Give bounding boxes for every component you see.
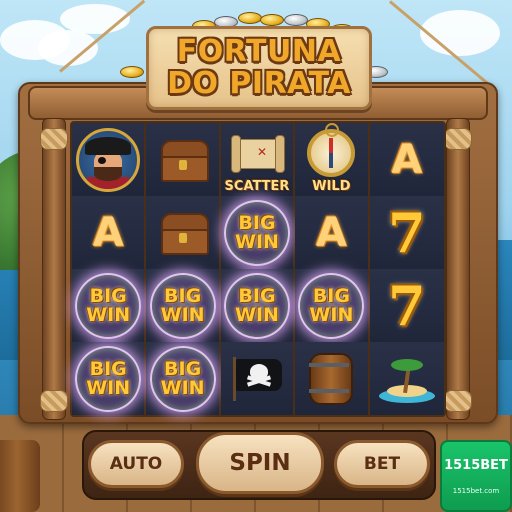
frame-left-pillar (42, 118, 66, 420)
coin-icon (120, 66, 144, 78)
treasure-map-icon: ✕ (230, 134, 285, 173)
palm-island-icon (378, 355, 435, 403)
big-win-text: BIG (312, 284, 350, 307)
bet-button[interactable]: BET (334, 440, 430, 488)
big-win-text: WIN (160, 376, 205, 399)
big-win-text: WIN (86, 376, 131, 399)
reel-cell: BIG WIN (72, 342, 147, 415)
letter-a-icon: A (92, 209, 124, 256)
rope-knot (40, 390, 68, 412)
big-win-text: WIN (160, 303, 205, 326)
rope-knot (444, 128, 472, 150)
reel-cell: 7 (369, 196, 444, 269)
big-win-text: BIG (164, 357, 202, 380)
reel-cell: A (369, 123, 444, 196)
cloud (420, 10, 500, 56)
big-win-badge: BIG WIN (223, 272, 290, 339)
reel-cell (146, 196, 221, 269)
reel-cell: BIG WIN (146, 342, 221, 415)
jolly-roger-flag-icon (229, 356, 285, 401)
seven-icon: 7 (388, 273, 426, 338)
game-title-line-1: FORTUNA (176, 34, 342, 69)
big-win-badge: BIG WIN (75, 272, 142, 339)
game-title-line-2: DO PIRATA (167, 66, 351, 101)
rope-knot (444, 390, 472, 412)
reel-cell: BIG WIN (72, 269, 147, 342)
big-win-text: WIN (86, 303, 131, 326)
reel-cell: BIG WIN (295, 269, 370, 342)
coin-icon (238, 12, 262, 24)
big-win-text: BIG (89, 284, 127, 307)
brand-url: 1515bet.com (452, 486, 500, 495)
frame-right-pillar (446, 118, 470, 420)
big-win-badge: BIG WIN (223, 199, 290, 266)
treasure-chest-icon (159, 212, 209, 255)
letter-a-icon: A (391, 136, 423, 183)
reel-grid: ✕ SCATTER WILD A A BIG WIN A 7 BIG WIN BIG WIN BIG WIN… (70, 121, 446, 417)
game-title-plaque: FORTUNA DO PIRATA (146, 26, 372, 110)
big-win-text: BIG (238, 211, 276, 234)
spin-button[interactable]: SPIN (196, 432, 324, 494)
deck-barrel (0, 440, 40, 512)
treasure-chest-icon (159, 139, 209, 182)
reel-cell (295, 342, 370, 415)
reel-cell (146, 123, 221, 196)
big-win-badge: BIG WIN (149, 272, 216, 339)
big-win-text: BIG (238, 284, 276, 307)
compass-icon (307, 122, 356, 177)
reel-cell: 7 (369, 269, 444, 342)
big-win-text: WIN (235, 303, 279, 326)
big-win-text: BIG (164, 284, 202, 307)
reel-cell: BIG WIN (220, 269, 296, 342)
big-win-text: BIG (89, 357, 127, 380)
coin-icon (284, 14, 308, 26)
letter-a-icon: A (315, 209, 347, 256)
rope-knot (40, 128, 68, 150)
barrel-icon (309, 352, 354, 405)
reel-cell: ✕ SCATTER (220, 123, 296, 196)
pirate-captain-icon (76, 127, 141, 192)
reel-cell (369, 342, 444, 415)
scatter-label: SCATTER (224, 179, 290, 194)
brand-logo[interactable]: 1515BET 1515bet.com (440, 440, 512, 512)
big-win-badge: BIG WIN (149, 345, 216, 412)
reel-cell (72, 123, 147, 196)
coin-icon (260, 14, 284, 26)
wild-label: WILD (312, 179, 351, 194)
reel-cell (220, 342, 296, 415)
big-win-text: WIN (309, 303, 354, 326)
auto-button[interactable]: AUTO (88, 440, 184, 488)
brand-name: 1515BET (444, 457, 508, 473)
big-win-badge: BIG WIN (298, 272, 365, 339)
seven-icon: 7 (388, 200, 426, 265)
big-win-badge: BIG WIN (75, 345, 142, 412)
reel-cell: WILD (295, 122, 370, 196)
reel-cell: BIG WIN (220, 196, 296, 269)
reel-cell: A (295, 196, 370, 269)
big-win-text: WIN (235, 230, 279, 253)
reel-cell: BIG WIN (146, 269, 221, 342)
reel-cell: A (72, 196, 147, 269)
